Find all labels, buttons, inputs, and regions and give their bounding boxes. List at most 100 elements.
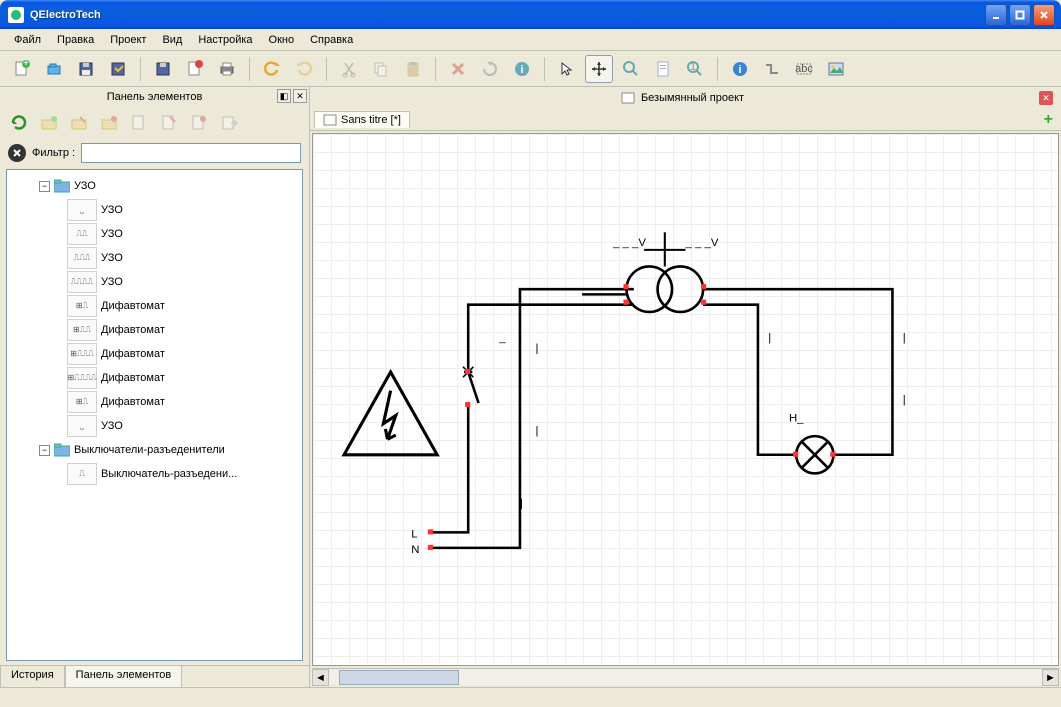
svg-text:+: +: [23, 60, 29, 69]
page-tool[interactable]: [649, 55, 677, 83]
tree-item[interactable]: ⎍⎍⎍УЗО: [11, 246, 300, 270]
panel-close-button[interactable]: ✕: [293, 89, 307, 103]
tree-category[interactable]: − УЗО: [11, 174, 300, 198]
element-thumb: ⎍: [67, 463, 97, 485]
filter-row: Фильтр :: [0, 139, 309, 167]
element-thumb: ⊞⎍⎍⎍: [67, 343, 97, 365]
delete-folder-button[interactable]: [96, 110, 122, 136]
menu-settings[interactable]: Настройка: [190, 32, 260, 48]
tab-history[interactable]: История: [0, 665, 65, 687]
tree-item[interactable]: ⊞⎍⎍⎍⎍Дифавтомат: [11, 366, 300, 390]
collapse-icon[interactable]: −: [39, 181, 50, 192]
menu-help[interactable]: Справка: [302, 32, 361, 48]
zoomfit-tool[interactable]: 1: [681, 55, 709, 83]
sheet-tabs: Sans titre [*] +: [310, 109, 1061, 131]
save2-button[interactable]: [149, 55, 177, 83]
horizontal-scrollbar[interactable]: ◄ ►: [312, 668, 1059, 685]
delete-element-button[interactable]: [186, 110, 212, 136]
main-toolbar: + i 1 i abc: [0, 51, 1061, 87]
panel-float-button[interactable]: ◧: [277, 89, 291, 103]
label-L: L: [411, 529, 417, 541]
save-button[interactable]: [72, 55, 100, 83]
folder-icon: [54, 443, 70, 457]
menu-file[interactable]: Файл: [6, 32, 49, 48]
editor-area: Безымянный проект ✕ Sans titre [*] +: [310, 87, 1061, 687]
image-tool[interactable]: [822, 55, 850, 83]
text-tool[interactable]: abc: [790, 55, 818, 83]
tree-label: Дифавтомат: [101, 396, 165, 408]
undo-button[interactable]: [258, 55, 286, 83]
project-tab[interactable]: Безымянный проект: [326, 89, 1039, 107]
svg-text:abc: abc: [795, 63, 813, 75]
tree-item[interactable]: ⊞⎍⎍⎍Дифавтомат: [11, 342, 300, 366]
saveas-button[interactable]: [104, 55, 132, 83]
tree-category[interactable]: − Выключатели-разъеденители: [11, 438, 300, 462]
refresh-button[interactable]: [6, 110, 32, 136]
menu-edit[interactable]: Правка: [49, 32, 102, 48]
menu-window[interactable]: Окно: [261, 32, 303, 48]
tree-label: Дифавтомат: [101, 324, 165, 336]
rotate-button[interactable]: [476, 55, 504, 83]
tree-item[interactable]: ⊞⎍⎍ Дифавтомат: [11, 318, 300, 342]
menu-view[interactable]: Вид: [154, 32, 190, 48]
tree-item[interactable]: ⊞⎍Дифавтомат: [11, 294, 300, 318]
element-thumb: ⎵: [67, 415, 97, 437]
tree-item[interactable]: ⎍ Выключатель-разъедени...: [11, 462, 300, 486]
collapse-icon[interactable]: −: [39, 445, 50, 456]
element-thumb: ⊞⎍⎍⎍⎍: [67, 367, 97, 389]
close-project-tab[interactable]: ✕: [1039, 91, 1053, 105]
print-button[interactable]: [213, 55, 241, 83]
tree-item[interactable]: ⎍⎍⎍⎍УЗО: [11, 270, 300, 294]
svg-text:i: i: [520, 64, 523, 76]
element-thumb: ⎍⎍⎍⎍: [67, 271, 97, 293]
menu-project[interactable]: Проект: [102, 32, 154, 48]
scroll-left-button[interactable]: ◄: [312, 669, 329, 686]
project-tab-label: Безымянный проект: [641, 92, 744, 104]
sheet-tab[interactable]: Sans titre [*]: [314, 111, 410, 128]
redo-button[interactable]: [290, 55, 318, 83]
close-project-button[interactable]: [181, 55, 209, 83]
close-button[interactable]: [1033, 4, 1055, 26]
filter-input[interactable]: [81, 143, 301, 163]
elements-tree[interactable]: − УЗО ⎵УЗО ⎍⎍УЗО ⎍⎍⎍УЗО ⎍⎍⎍⎍УЗО ⊞⎍Дифавт…: [6, 169, 303, 661]
cut-button[interactable]: [335, 55, 363, 83]
copy-button[interactable]: [367, 55, 395, 83]
edit-folder-button[interactable]: [66, 110, 92, 136]
new-element-button[interactable]: [126, 110, 152, 136]
scrollbar-thumb[interactable]: [339, 670, 459, 685]
delete-button[interactable]: [444, 55, 472, 83]
element-thumb: ⊞⎍: [67, 295, 97, 317]
import-button[interactable]: [216, 110, 242, 136]
tree-item[interactable]: ⎵УЗО: [11, 414, 300, 438]
pointer-tool[interactable]: [553, 55, 581, 83]
folder-icon: [54, 179, 70, 193]
titlebar: QElectroTech: [0, 0, 1061, 29]
new-folder-button[interactable]: [36, 110, 62, 136]
filter-clear-icon[interactable]: [8, 144, 26, 162]
tree-item[interactable]: ⎵УЗО: [11, 198, 300, 222]
svg-text:|: |: [535, 425, 538, 437]
tab-elements[interactable]: Панель элементов: [65, 665, 183, 687]
maximize-button[interactable]: [1009, 4, 1031, 26]
move-tool[interactable]: [585, 55, 613, 83]
zoom-tool[interactable]: [617, 55, 645, 83]
tree-item[interactable]: ⊞⎍Дифавтомат: [11, 390, 300, 414]
paste-button[interactable]: [399, 55, 427, 83]
add-sheet-button[interactable]: +: [1036, 111, 1061, 129]
wire-tool[interactable]: [758, 55, 786, 83]
schematic-canvas[interactable]: L N _ _ _V _ _ _V H_ _ | | | | |: [312, 133, 1059, 666]
scroll-right-button[interactable]: ►: [1042, 669, 1059, 686]
label-N: N: [411, 544, 419, 556]
minimize-button[interactable]: [985, 4, 1007, 26]
element-thumb: ⊞⎍⎍: [67, 319, 97, 341]
open-button[interactable]: [40, 55, 68, 83]
edit-element-button[interactable]: [156, 110, 182, 136]
new-button[interactable]: +: [8, 55, 36, 83]
project-tabs: Безымянный проект ✕: [310, 87, 1061, 109]
tree-item[interactable]: ⎍⎍УЗО: [11, 222, 300, 246]
svg-text:|: |: [520, 498, 523, 510]
info-button[interactable]: i: [726, 55, 754, 83]
help-button[interactable]: i: [508, 55, 536, 83]
tree-label: Выключатель-разъедени...: [101, 468, 237, 480]
schematic-drawing: L N _ _ _V _ _ _V H_ _ | | | | |: [313, 134, 1058, 666]
